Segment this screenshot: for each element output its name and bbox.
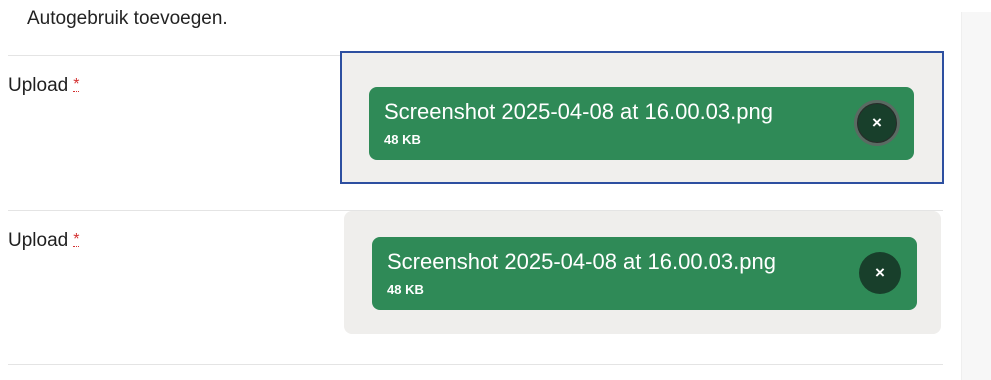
upload-label-2: Upload * [8, 230, 80, 252]
upload-dropzone-2[interactable]: Screenshot 2025-04-08 at 16.00.03.png 48… [344, 211, 941, 334]
remove-file-button[interactable]: × [854, 100, 900, 146]
form-page: Autogebruik toevoegen. Upload * Screensho… [0, 0, 991, 380]
file-name: Screenshot 2025-04-08 at 16.00.03.png [384, 99, 773, 124]
upload-dropzone-1[interactable]: Screenshot 2025-04-08 at 16.00.03.png 48… [340, 51, 944, 184]
required-marker: * [73, 231, 80, 248]
uploaded-file-chip: Screenshot 2025-04-08 at 16.00.03.png 48… [372, 237, 917, 310]
required-marker: * [73, 76, 80, 93]
upload-label-1: Upload * [8, 75, 80, 97]
divider [8, 364, 943, 365]
uploaded-file-chip: Screenshot 2025-04-08 at 16.00.03.png 48… [369, 87, 914, 160]
upload-label-text: Upload [8, 75, 69, 96]
close-icon: × [872, 113, 882, 132]
right-gutter [961, 12, 991, 380]
remove-file-button[interactable]: × [859, 252, 901, 294]
upload-label-text: Upload [8, 230, 69, 251]
file-size: 48 KB [387, 282, 424, 297]
close-icon: × [875, 263, 885, 282]
section-intro-text: Autogebruik toevoegen. [27, 8, 228, 29]
file-size: 48 KB [384, 132, 421, 147]
file-name: Screenshot 2025-04-08 at 16.00.03.png [387, 249, 776, 274]
